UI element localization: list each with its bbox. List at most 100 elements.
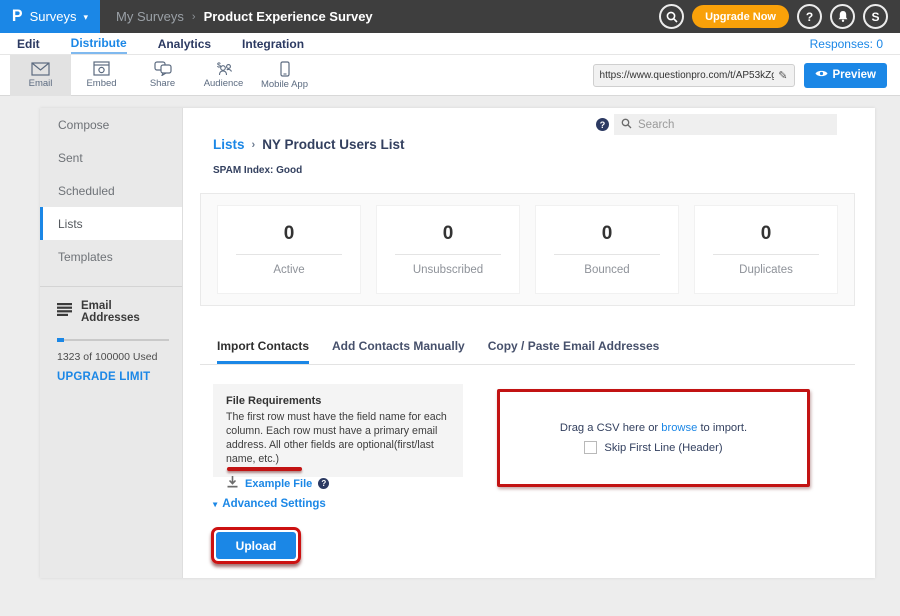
preview-button[interactable]: Preview [804, 63, 887, 88]
upload-button[interactable]: Upload [216, 532, 296, 559]
stat-label: Duplicates [739, 264, 793, 276]
tab-copy-paste-email-addresses[interactable]: Copy / Paste Email Addresses [488, 339, 660, 364]
list-breadcrumb: Lists › NY Product Users List [213, 137, 404, 152]
stat-value: 0 [602, 223, 613, 245]
nav-edit[interactable]: Edit [17, 35, 40, 53]
top-navbar: P Surveys ▾ My Surveys › Product Experie… [0, 0, 900, 33]
upgrade-limit-link[interactable]: UPGRADE LIMIT [57, 371, 168, 383]
survey-url: https://www.questionpro.com/t/AP53kZgfo [600, 70, 775, 81]
example-file-help-icon[interactable]: ? [318, 478, 329, 489]
tool-label: Embed [86, 78, 116, 89]
annotation-example-file-underline [227, 467, 302, 471]
stat-label: Unsubscribed [413, 264, 483, 276]
chat-bubbles-icon [154, 61, 172, 76]
stat-card-duplicates: 0 Duplicates [694, 205, 838, 294]
email-addresses-title: Email Addresses [81, 300, 168, 324]
file-requirements-title: File Requirements [226, 395, 450, 407]
csv-dropzone[interactable]: Drag a CSV here or browse to import. Ski… [497, 389, 810, 487]
stat-value: 0 [443, 223, 454, 245]
stat-divider [395, 254, 500, 255]
contact-search-box[interactable] [614, 114, 837, 135]
mobile-phone-icon [280, 61, 290, 77]
stat-card-unsubscribed: 0 Unsubscribed [376, 205, 520, 294]
edit-pencil-icon[interactable]: ✎ [778, 69, 787, 82]
app-screen: P Surveys ▾ My Surveys › Product Experie… [0, 0, 900, 616]
sidebar-item-sent[interactable]: Sent [40, 141, 182, 174]
survey-title: Product Experience Survey [204, 9, 373, 24]
breadcrumb: My Surveys › Product Experience Survey [116, 9, 373, 24]
tool-label: Email [29, 78, 53, 89]
stat-card-active: 0 Active [217, 205, 361, 294]
distribute-toolbar: Email Embed Share $ Audience [0, 55, 900, 96]
breadcrumb-separator: › [192, 11, 196, 23]
advanced-settings-toggle[interactable]: ▾ Advanced Settings [213, 498, 326, 510]
breadcrumb-separator: › [252, 139, 256, 151]
email-sidebar: Compose Sent Scheduled Lists Templates E… [40, 108, 183, 578]
envelope-icon [31, 62, 50, 76]
tool-mobile-app[interactable]: Mobile App [254, 55, 315, 96]
embed-window-icon [93, 61, 110, 76]
sidebar-item-templates[interactable]: Templates [40, 240, 182, 273]
example-file-link[interactable]: Example File [245, 478, 312, 490]
list-lines-icon [57, 303, 72, 321]
skip-first-line-label: Skip First Line (Header) [604, 442, 722, 454]
nav-integration[interactable]: Integration [242, 35, 304, 53]
file-requirements-body: The first row must have the field name f… [226, 411, 450, 467]
search-input[interactable] [638, 119, 808, 131]
breadcrumb-lists-link[interactable]: Lists [213, 137, 245, 152]
stat-label: Bounced [584, 264, 629, 276]
browse-link[interactable]: browse [661, 422, 697, 434]
toolbar-right: https://www.questionpro.com/t/AP53kZgfo … [593, 63, 887, 88]
help-icon[interactable]: ? [797, 4, 822, 29]
product-switcher[interactable]: P Surveys ▾ [0, 0, 100, 33]
skip-first-line-checkbox[interactable] [584, 441, 597, 454]
tool-email[interactable]: Email [10, 55, 71, 96]
stat-card-bounced: 0 Bounced [535, 205, 679, 294]
tab-add-contacts-manually[interactable]: Add Contacts Manually [332, 339, 465, 364]
usage-text: 1323 of 100000 Used [57, 351, 168, 363]
usage-progress-fill [57, 338, 64, 342]
channel-tools: Email Embed Share $ Audience [10, 55, 315, 96]
tab-import-contacts[interactable]: Import Contacts [217, 339, 309, 364]
notifications-bell-icon[interactable] [830, 4, 855, 29]
user-avatar[interactable]: S [863, 4, 888, 29]
tool-label: Audience [204, 78, 244, 89]
nav-distribute[interactable]: Distribute [71, 34, 127, 54]
tool-audience[interactable]: $ Audience [193, 55, 254, 96]
dropzone-text-before: Drag a CSV here or [560, 422, 661, 434]
search-icon[interactable] [659, 4, 684, 29]
questionpro-logo-icon: P [12, 7, 23, 26]
eye-icon [815, 69, 828, 81]
stat-value: 0 [761, 223, 772, 245]
survey-nav: Edit Distribute Analytics Integration Re… [0, 33, 900, 55]
sidebar-item-compose[interactable]: Compose [40, 108, 182, 141]
chevron-down-icon: ▾ [84, 12, 89, 23]
download-icon[interactable] [226, 475, 239, 493]
sidebar-item-scheduled[interactable]: Scheduled [40, 174, 182, 207]
sidebar-item-lists[interactable]: Lists [40, 207, 182, 240]
topbar-actions: Upgrade Now ? S [659, 4, 888, 29]
dropzone-text-after: to import. [697, 422, 747, 434]
survey-url-box[interactable]: https://www.questionpro.com/t/AP53kZgfo … [593, 64, 795, 87]
breadcrumb-my-surveys[interactable]: My Surveys [116, 9, 184, 24]
stat-value: 0 [284, 223, 295, 245]
magnifier-icon [621, 116, 632, 134]
list-detail-main: ? Lists › NY Product Users List SPAM Ind… [183, 108, 875, 578]
dropzone-text: Drag a CSV here or browse to import. [560, 422, 747, 434]
tool-embed[interactable]: Embed [71, 55, 132, 96]
product-name: Surveys [30, 9, 77, 24]
contacts-tabs: Import Contacts Add Contacts Manually Co… [200, 339, 855, 365]
responses-count[interactable]: Responses: 0 [810, 37, 883, 51]
spam-index: SPAM Index: Good [213, 165, 302, 176]
file-requirements-box: File Requirements The first row must hav… [213, 384, 463, 477]
search-help-icon[interactable]: ? [596, 118, 609, 131]
upgrade-now-button[interactable]: Upgrade Now [692, 5, 789, 28]
annotation-upload-highlight: Upload [211, 527, 301, 564]
tool-label: Share [150, 78, 175, 89]
stat-divider [713, 254, 818, 255]
nav-analytics[interactable]: Analytics [158, 35, 211, 53]
usage-progress-bar [57, 339, 169, 341]
stat-label: Active [273, 264, 304, 276]
preview-label: Preview [833, 69, 876, 81]
tool-share[interactable]: Share [132, 55, 193, 96]
